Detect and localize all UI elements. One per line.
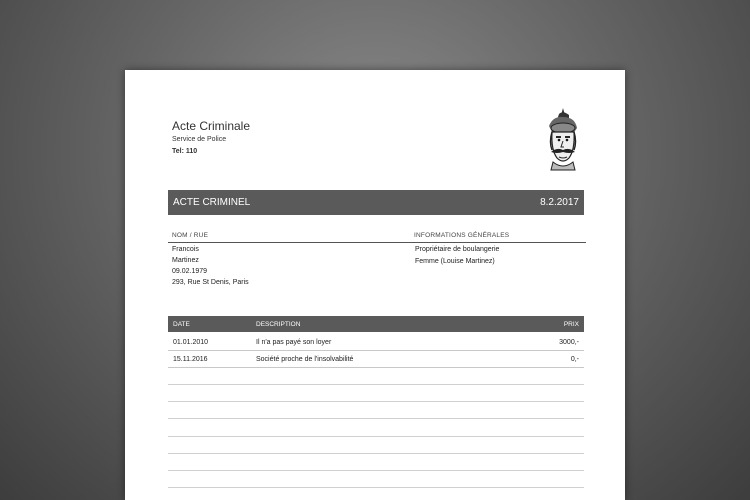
col-date-header: DATE <box>173 321 190 328</box>
man-portrait-icon <box>549 108 577 171</box>
table-header: DATE DESCRIPTION PRIX <box>168 316 584 332</box>
name-last: Martinez <box>172 257 199 264</box>
col-description-header: DESCRIPTION <box>256 321 301 328</box>
table-row: 15.11.2016 Société proche de l'insolvabi… <box>168 351 584 368</box>
occupation: Propriétaire de boulangerie <box>415 246 500 253</box>
address: 293, Rue St Denis, Paris <box>172 279 249 286</box>
empty-row-line <box>168 418 584 419</box>
document-page: Acte Criminale Service de Police Tel: 11… <box>125 70 625 500</box>
org-name: Acte Criminale <box>172 119 251 133</box>
document-title: ACTE CRIMINEL <box>173 197 251 208</box>
row-price: 0,- <box>570 356 579 363</box>
row-date: 01.01.2010 <box>173 339 209 346</box>
org-tel: Tel: 110 <box>172 148 198 155</box>
document-date: 8.2.2017 <box>540 197 579 208</box>
info-col1-header: NOM / RUE <box>172 232 209 239</box>
info-divider <box>168 242 586 243</box>
org-subtitle: Service de Police <box>172 136 227 143</box>
row-date: 15.11.2016 <box>173 356 208 363</box>
empty-row-line <box>168 384 584 385</box>
empty-row-line <box>168 487 584 488</box>
info-col2-header: INFORMATIONS GÉNÉRALES <box>414 232 510 239</box>
spouse: Femme (Louise Martinez) <box>415 258 495 265</box>
col-price-header: PRIX <box>563 321 579 328</box>
name-first: Francois <box>172 246 199 253</box>
title-bar: ACTE CRIMINEL 8.2.2017 <box>168 190 584 215</box>
empty-row-line <box>168 401 584 402</box>
row-price: 3000,- <box>559 339 579 346</box>
table-row: 01.01.2010 Il n'a pas payé son loyer 300… <box>168 334 584 351</box>
empty-row-line <box>168 470 584 471</box>
row-description: Société proche de l'insolvabilité <box>256 356 354 363</box>
empty-row-line <box>168 436 584 437</box>
row-description: Il n'a pas payé son loyer <box>256 339 332 346</box>
birth-date: 09.02.1979 <box>172 268 208 275</box>
empty-row-line <box>168 453 584 454</box>
